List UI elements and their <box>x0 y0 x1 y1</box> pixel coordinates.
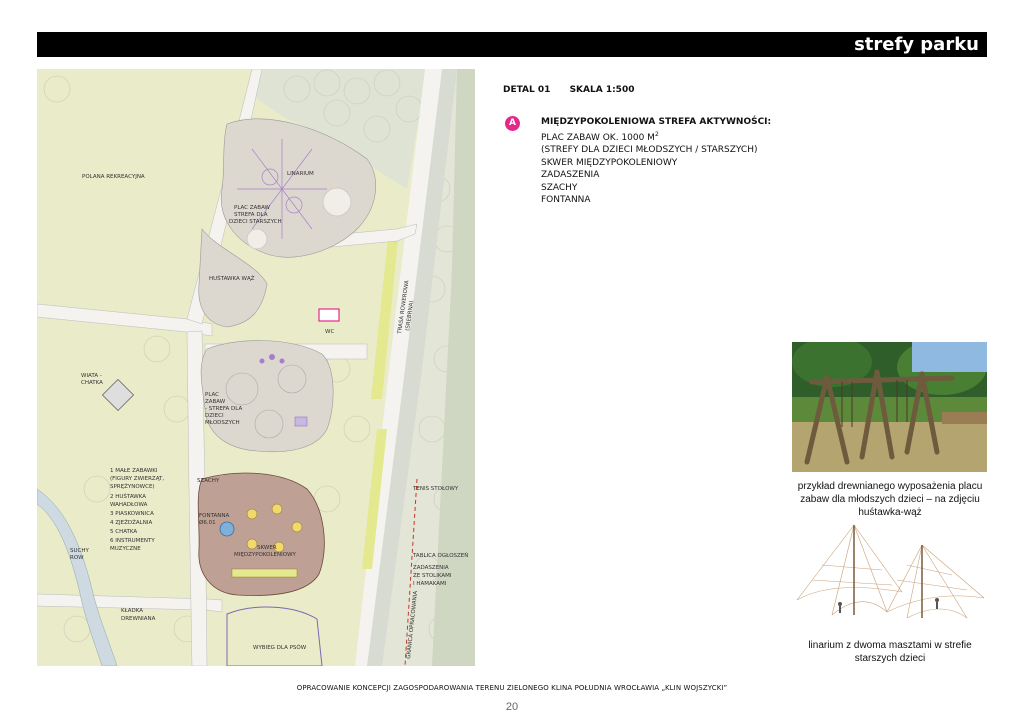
zone-item-text: PLAC ZABAW OK. 1000 M <box>541 132 655 143</box>
zone-marker: A <box>505 116 520 131</box>
detail-label: DETAL 01 <box>503 85 551 95</box>
label-plac-mlodsi-3: - STREFA DLA <box>205 406 242 412</box>
page-title: strefy parku <box>854 34 979 55</box>
linarium-caption: linarium z dwoma masztami w strefie star… <box>808 640 972 664</box>
site-plan: POLANA REKREACYJNA LINARIUM PLAC ZABAW S… <box>37 69 475 666</box>
legend-3: 3 PIASKOWNICA <box>110 511 154 517</box>
label-zadaszenia-2: ZE STOLIKAMI <box>413 573 452 579</box>
label-fontanna-1: FONTANNA <box>199 513 230 519</box>
label-zadaszenia-3: I HAMAKAMI <box>413 581 447 587</box>
label-linarium: LINARIUM <box>287 171 314 177</box>
play-area-younger <box>200 340 334 453</box>
label-hustawka: HUŚTAWKA WĄŻ <box>209 275 255 282</box>
legend-1: 1 MAŁE ZABAWKI <box>110 468 158 474</box>
zone-item: (STREFY DLA DZIECI MŁODSZYCH / STARSZYCH… <box>541 145 758 155</box>
label-plac-mlodsi-4: DZIECI <box>205 413 224 419</box>
label-tablica: TABLICA OGŁOSZEŃ <box>412 552 468 559</box>
label-plac-mlodsi-5: MŁODSZYCH <box>205 420 240 426</box>
label-plac-starsi-3: DZIECI STARSZYCH <box>229 219 282 225</box>
page-number: 20 <box>505 701 519 713</box>
label-plac-starsi-1: PLAC ZABAW <box>234 205 271 211</box>
fountain <box>219 521 235 537</box>
legend-4: 4 ZJEŻDŻALNIA <box>110 519 152 526</box>
label-szachy: SZACHY <box>197 478 220 484</box>
legend-1b: (FIGURY ZWIERZĄT, <box>110 476 164 482</box>
label-wybieg: WYBIEG DLA PSÓW <box>253 644 307 651</box>
label-plac-starsi-2: STREFA DLA <box>234 212 268 218</box>
zone-title: MIĘDZYPOKOLENIOWA STREFA AKTYWNOŚCI: <box>541 117 772 127</box>
label-skwer-2: MIĘDZYPOKOLENIOWY <box>234 552 297 558</box>
zone-superscript: 2 <box>654 130 659 138</box>
zone-item: SZACHY <box>541 182 578 193</box>
label-fontanna-2: Ø6.01 <box>199 519 216 526</box>
zone-item: PLAC ZABAW OK. 1000 M2 <box>541 129 771 145</box>
header-bar: strefy parku <box>37 32 987 57</box>
legend-5: 5 CHATKA <box>110 529 137 535</box>
photo-caption: przykład drewnianego wyposażenia placu z… <box>797 481 983 518</box>
label-suchy-1: SUCHY <box>70 548 89 554</box>
playground-photo <box>792 342 987 472</box>
zone-description: MIĘDZYPOKOLENIOWA STREFA AKTYWNOŚCI: PLA… <box>541 116 771 207</box>
zone-item: FONTANNA <box>541 195 591 205</box>
detail-scale: SKALA 1:500 <box>569 85 635 95</box>
footer-text: OPRACOWANIE KONCEPCJI ZAGOSPODAROWANIA T… <box>296 684 728 692</box>
label-polana: POLANA REKREACYJNA <box>82 174 145 180</box>
dog-run <box>226 606 323 666</box>
label-kladka-2: DREWNIANA <box>121 616 156 622</box>
label-plac-mlodsi-1: PLAC <box>205 392 219 398</box>
label-wiata-2: CHATKA <box>81 380 103 386</box>
label-suchy-2: ROW <box>70 555 84 561</box>
linarium-illustration <box>792 520 987 620</box>
zone-item: SKWER MIĘDZYPOKOLENIOWY <box>541 157 678 168</box>
label-wc: WC <box>325 329 334 335</box>
zone-item: ZADASZENIA <box>541 170 600 180</box>
label-plac-mlodsi-2: ZABAW <box>205 399 226 405</box>
label-tenis: TENIS STOŁOWY <box>412 486 459 492</box>
wc-building <box>318 308 340 322</box>
legend-1c: SPRĘŻYNOWCE) <box>110 483 155 490</box>
label-skwer-1: SKWER <box>257 545 277 551</box>
legend-6b: MUZYCZNE <box>110 546 141 552</box>
label-wiata-1: WIATA - <box>81 373 102 379</box>
label-kladka-1: KŁADKA <box>121 608 143 614</box>
legend-2: 2 HUŚTAWKA <box>110 493 146 500</box>
legend-2b: WAHADŁOWA <box>110 502 148 508</box>
detail-header: DETAL 01 SKALA 1:500 <box>503 85 650 95</box>
label-zadaszenia-1: ZADASZENIA <box>413 565 449 571</box>
legend-6: 6 INSTRUMENTY <box>110 538 155 544</box>
